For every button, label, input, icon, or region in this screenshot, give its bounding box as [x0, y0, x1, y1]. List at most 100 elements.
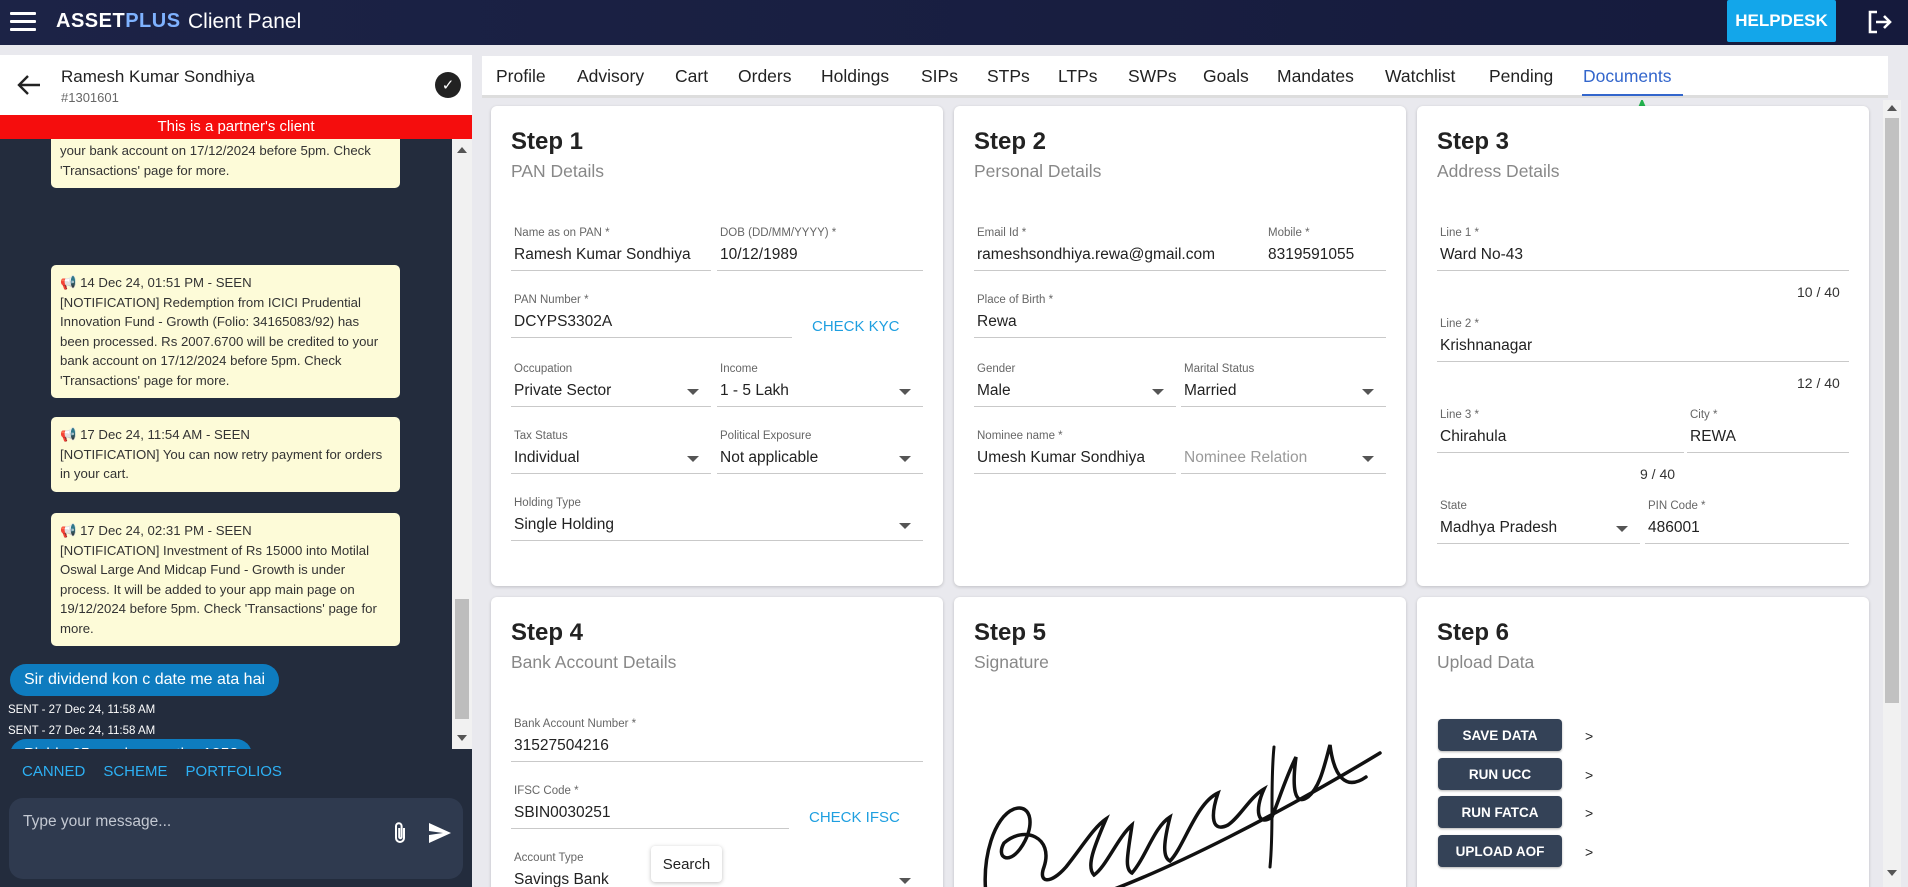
tab-holdings[interactable]: Holdings — [821, 66, 889, 87]
run-fatca-button[interactable]: RUN FATCA — [1438, 796, 1562, 828]
helpdesk-button[interactable]: HELPDESK — [1727, 0, 1836, 42]
canned-link[interactable]: CANNED — [22, 763, 85, 780]
step3-subtitle: Address Details — [1437, 161, 1560, 181]
message-list: your bank account on 17/12/2024 before 5… — [0, 139, 452, 749]
scroll-thumb[interactable] — [1885, 118, 1899, 703]
city-field[interactable]: City * REWA — [1687, 409, 1849, 453]
chat-panel: Ramesh Kumar Sondhiya #1301601 ✓ This is… — [0, 55, 472, 887]
scroll-up-arrow-icon[interactable] — [1887, 105, 1897, 111]
tab-ltps[interactable]: LTPs — [1058, 66, 1098, 87]
scroll-down-arrow-icon[interactable] — [1887, 870, 1897, 876]
tab-sips[interactable]: SIPs — [921, 66, 958, 87]
pan-number-field[interactable]: PAN Number * DCYPS3302A — [511, 294, 792, 338]
step6-title: Step 6 — [1437, 619, 1510, 646]
send-icon[interactable] — [427, 820, 453, 846]
signature-image — [983, 744, 1382, 887]
panel-title: Client Panel — [188, 10, 302, 33]
notification-text: [NOTIFICATION] Redemption from ICICI Pru… — [60, 294, 379, 388]
bank-account-number-field[interactable]: Bank Account Number * 31527504216 — [511, 718, 923, 762]
dropdown-caret-icon — [1152, 389, 1164, 395]
tab-goals[interactable]: Goals — [1203, 66, 1249, 87]
upload-aof-button[interactable]: UPLOAD AOF — [1438, 835, 1562, 867]
upload-aof-status: > — [1585, 844, 1594, 860]
tab-mandates[interactable]: Mandates — [1277, 66, 1354, 87]
step4-card: Step 4 Bank Account Details Bank Account… — [491, 597, 943, 887]
dob-field[interactable]: DOB (DD/MM/YYYY) * 10/12/1989 — [717, 227, 923, 271]
gender-select[interactable]: Gender Male — [974, 363, 1176, 407]
tab-swps[interactable]: SWPs — [1128, 66, 1177, 87]
attachment-icon[interactable] — [389, 820, 411, 846]
brand-logo: ASSETPLUS — [56, 10, 181, 32]
megaphone-icon: 📢 — [60, 275, 77, 290]
step6-subtitle: Upload Data — [1437, 652, 1535, 672]
notification-text: [NOTIFICATION] Investment of Rs 15000 in… — [60, 542, 377, 636]
message-input[interactable] — [23, 810, 383, 834]
step5-title: Step 5 — [974, 619, 1047, 646]
scroll-thumb[interactable] — [455, 599, 469, 719]
client-tabs: Profile Advisory Cart Orders Holdings SI… — [482, 56, 1888, 98]
sent-message-meta: SENT - 27 Dec 24, 11:58 AM — [8, 704, 156, 716]
notification-text: [NOTIFICATION] You can now retry payment… — [60, 446, 383, 482]
page-scrollbar[interactable] — [1883, 100, 1901, 887]
save-data-status: > — [1585, 728, 1594, 744]
sent-message-meta: SENT - 27 Dec 24, 11:58 AM — [8, 725, 156, 737]
step5-subtitle: Signature — [974, 652, 1049, 672]
address-line1-field[interactable]: Line 1 * Ward No-43 — [1437, 227, 1849, 271]
partner-banner: This is a partner's client — [0, 115, 472, 139]
scroll-up-arrow-icon[interactable] — [457, 147, 467, 153]
check-circle-icon[interactable]: ✓ — [435, 72, 461, 98]
tab-profile[interactable]: Profile — [496, 66, 546, 87]
scheme-link[interactable]: SCHEME — [103, 763, 167, 780]
back-arrow-icon[interactable] — [16, 73, 42, 97]
check-kyc-button[interactable]: CHECK KYC — [812, 318, 900, 335]
check-ifsc-button[interactable]: CHECK IFSC — [809, 809, 900, 826]
tab-cart[interactable]: Cart — [675, 66, 708, 87]
nominee-relation-select[interactable]: Nominee Relation — [1181, 430, 1386, 474]
mobile-field[interactable]: Mobile * 8319591055 — [1265, 227, 1386, 271]
step4-title: Step 4 — [511, 619, 584, 646]
portfolios-link[interactable]: PORTFOLIOS — [186, 763, 282, 780]
tab-pending[interactable]: Pending — [1489, 66, 1553, 87]
place-of-birth-field[interactable]: Place of Birth * Rewa — [974, 294, 1386, 338]
tab-stps[interactable]: STPs — [987, 66, 1030, 87]
tab-orders[interactable]: Orders — [738, 66, 791, 87]
scroll-down-arrow-icon[interactable] — [457, 735, 467, 741]
tab-documents[interactable]: Documents — [1583, 66, 1672, 87]
address-line2-field[interactable]: Line 2 * Krishnanagar — [1437, 318, 1849, 362]
tax-status-select[interactable]: Tax Status Individual — [511, 430, 711, 474]
holding-type-select[interactable]: Holding Type Single Holding — [511, 497, 923, 541]
address-line3-field[interactable]: Line 3 * Chirahula — [1437, 409, 1684, 453]
notification-message: 📢 17 Dec 24, 11:54 AM - SEEN [NOTIFICATI… — [51, 417, 400, 492]
logout-icon[interactable] — [1866, 8, 1894, 36]
message-composer — [9, 798, 463, 879]
step2-title: Step 2 — [974, 128, 1047, 155]
save-data-button[interactable]: SAVE DATA — [1438, 719, 1562, 751]
notification-message: your bank account on 17/12/2024 before 5… — [51, 139, 400, 188]
pan-name-field[interactable]: Name as on PAN * Ramesh Kumar Sondhiya — [511, 227, 711, 271]
dropdown-caret-icon — [899, 389, 911, 395]
top-bar: ASSETPLUS Client Panel HELPDESK — [0, 0, 1908, 45]
marital-status-select[interactable]: Marital Status Married — [1181, 363, 1386, 407]
run-ucc-button[interactable]: RUN UCC — [1438, 758, 1562, 790]
political-exposure-select[interactable]: Political Exposure Not applicable — [717, 430, 923, 474]
chat-scrollbar[interactable] — [452, 139, 472, 749]
occupation-select[interactable]: Occupation Private Sector — [511, 363, 711, 407]
step1-subtitle: PAN Details — [511, 161, 605, 181]
search-tooltip: Search — [651, 846, 722, 882]
dropdown-caret-icon — [899, 456, 911, 462]
dropdown-caret-icon — [687, 389, 699, 395]
tab-advisory[interactable]: Advisory — [577, 66, 644, 87]
state-select[interactable]: State Madhya Pradesh — [1437, 500, 1640, 544]
active-tab-indicator — [1582, 94, 1683, 96]
menu-icon[interactable] — [10, 12, 36, 32]
nominee-name-field[interactable]: Nominee name * Umesh Kumar Sondhiya — [974, 430, 1176, 474]
email-field[interactable]: Email Id * rameshsondhiya.rewa@gmail.com — [974, 227, 1280, 271]
pin-code-field[interactable]: PIN Code * 486001 — [1645, 500, 1849, 544]
ifsc-code-field[interactable]: IFSC Code * SBIN0030251 — [511, 785, 789, 829]
tab-watchlist[interactable]: Watchlist — [1385, 66, 1455, 87]
client-id: #1301601 — [61, 90, 119, 105]
line2-char-counter: 12 / 40 — [1797, 375, 1840, 391]
income-select[interactable]: Income 1 - 5 Lakh — [717, 363, 923, 407]
step3-card: Step 3 Address Details Line 1 * Ward No-4… — [1417, 106, 1869, 586]
chat-header: Ramesh Kumar Sondhiya #1301601 ✓ — [0, 55, 472, 115]
